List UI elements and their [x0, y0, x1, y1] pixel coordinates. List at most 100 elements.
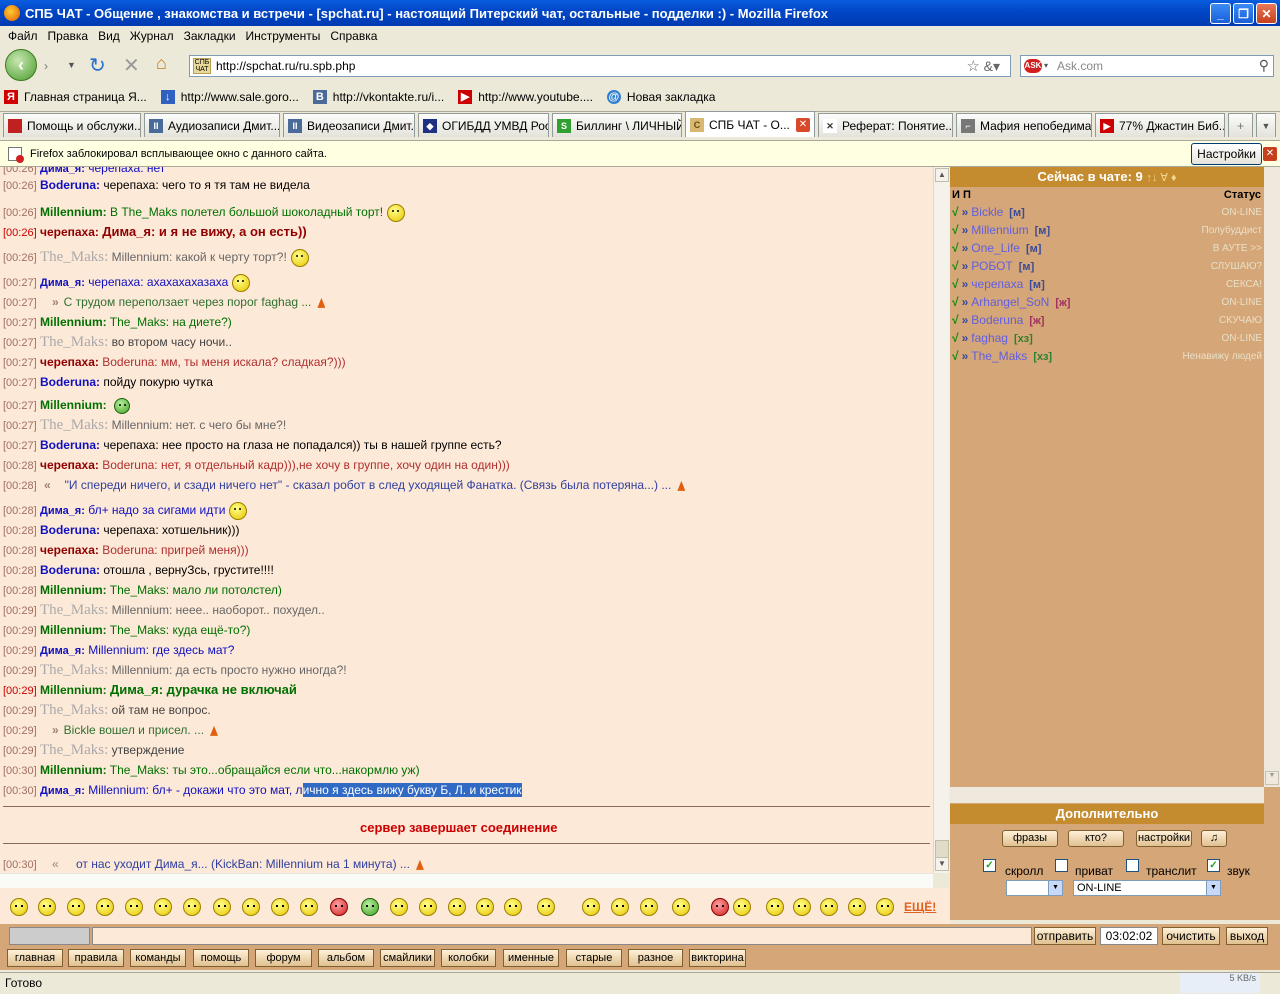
private-arrow-icon[interactable]: »	[962, 349, 969, 363]
message-nick[interactable]: The_Maks:	[40, 702, 108, 718]
private-arrow-icon[interactable]: »	[962, 223, 969, 237]
user-name[interactable]: faghag	[971, 331, 1008, 345]
message-input[interactable]	[92, 927, 1032, 945]
private-arrow-icon[interactable]: »	[962, 241, 969, 255]
tab[interactable]: ⌐ Мафия непобедима	[956, 113, 1092, 137]
scroll-checkbox[interactable]: ✓	[983, 859, 996, 872]
online-user[interactable]: √» Bickle [м] ON-LINE	[952, 204, 1264, 221]
smiley-icon[interactable]	[390, 898, 408, 916]
bookmark-item[interactable]: ▶ http://www.youtube....	[458, 90, 593, 104]
popup-settings-button[interactable]: Настройки	[1191, 143, 1262, 165]
smiley-icon[interactable]	[213, 898, 231, 916]
settings-button[interactable]: настройки	[1136, 830, 1192, 847]
smiley-icon[interactable]	[476, 898, 494, 916]
tab[interactable]: II Аудиозаписи Дмит...	[144, 113, 280, 137]
user-name[interactable]: One_Life	[971, 241, 1020, 255]
minimize-button[interactable]: _	[1210, 3, 1231, 24]
menu-help[interactable]: Справка	[328, 29, 385, 43]
nav-button-7[interactable]: колобки	[441, 949, 496, 967]
private-checkbox[interactable]	[1055, 859, 1068, 872]
message-nick[interactable]: Millennium:	[40, 398, 107, 412]
send-button[interactable]: отправить	[1034, 927, 1096, 945]
smiley-icon[interactable]	[537, 898, 555, 916]
menu-edit[interactable]: Правка	[46, 29, 97, 43]
message-nick[interactable]: Boderuna:	[40, 563, 100, 577]
menu-bookmarks[interactable]: Закладки	[182, 29, 244, 43]
online-user[interactable]: √» черепаха [м] СЕКСА!	[952, 276, 1264, 293]
user-name[interactable]: черепаха	[971, 277, 1023, 291]
smiley-icon[interactable]	[154, 898, 172, 916]
url-text[interactable]: http://spchat.ru/ru.spb.php	[216, 59, 355, 73]
smiley-icon[interactable]	[733, 898, 751, 916]
private-arrow-icon[interactable]: »	[962, 295, 969, 309]
smiley-icon[interactable]	[419, 898, 437, 916]
message-nick[interactable]: черепаха:	[40, 225, 99, 239]
tab-list-button[interactable]: ▼	[1256, 113, 1276, 137]
online-user[interactable]: √» faghag [хз] ON-LINE	[952, 330, 1264, 347]
message-nick[interactable]: Дима_я:	[40, 785, 85, 797]
message-nick[interactable]: The_Maks:	[40, 417, 108, 433]
engine-dropdown-icon[interactable]: ▾	[1044, 61, 1048, 70]
nick-box[interactable]	[9, 927, 90, 945]
message-nick[interactable]: черепаха:	[40, 458, 99, 472]
status-select[interactable]: ON-LINE ▼	[1073, 880, 1221, 896]
smiley-icon[interactable]	[38, 898, 56, 916]
bookmark-item[interactable]: Я Главная страница Я...	[4, 90, 147, 104]
smiley-icon[interactable]	[96, 898, 114, 916]
smiley-icon[interactable]	[10, 898, 28, 916]
message-nick[interactable]: Дима_я:	[40, 645, 85, 657]
message-nick[interactable]: The_Maks:	[40, 742, 108, 758]
tab[interactable]: ▶ 77% Джастин Биб...	[1095, 113, 1225, 137]
tab[interactable]: ✕ Реферат: Понятие...	[818, 113, 953, 137]
user-name[interactable]: РОБОТ	[971, 259, 1012, 273]
maximize-button[interactable]: ❐	[1233, 3, 1254, 24]
search-bar[interactable]: ASK ▾ Ask.com ⚲	[1020, 55, 1274, 77]
users-hscrollbar[interactable]	[950, 787, 1264, 803]
popup-close-icon[interactable]: ✕	[1263, 147, 1277, 161]
nav-button-9[interactable]: старые	[566, 949, 622, 967]
nav-button-11[interactable]: викторина	[689, 949, 746, 967]
nav-button-8[interactable]: именные	[503, 949, 559, 967]
smiley-icon[interactable]	[582, 898, 600, 916]
tab-active[interactable]: С СПБ ЧАТ - О... ✕	[685, 111, 815, 137]
message-nick[interactable]: Millennium:	[40, 623, 107, 637]
smiley-icon[interactable]	[300, 898, 318, 916]
more-smileys-link[interactable]: ЕЩЁ!	[904, 900, 936, 914]
scroll-up-icon[interactable]: ▲	[935, 168, 949, 182]
nav-button-0[interactable]: главная	[7, 949, 63, 967]
tab[interactable]: II Видеозаписи Дмит...	[283, 113, 415, 137]
close-window-button[interactable]: ✕	[1256, 3, 1277, 24]
history-dropdown-icon[interactable]: ▼	[67, 60, 76, 70]
smiley-icon[interactable]	[848, 898, 866, 916]
new-tab-button[interactable]: +	[1228, 113, 1253, 137]
message-nick[interactable]: The_Maks:	[40, 602, 108, 618]
user-name[interactable]: Bickle	[971, 205, 1003, 219]
who-button[interactable]: кто?	[1068, 830, 1124, 847]
message-nick[interactable]: Boderuna:	[40, 178, 100, 192]
phrases-button[interactable]: фразы	[1002, 830, 1058, 847]
chat-hscrollbar[interactable]	[0, 873, 933, 888]
forward-icon[interactable]: ›	[44, 59, 48, 73]
message-nick[interactable]: Millennium:	[40, 683, 107, 697]
menu-tools[interactable]: Инструменты	[244, 29, 329, 43]
search-icon[interactable]: ⚲	[1259, 57, 1269, 74]
message-nick[interactable]: Millennium:	[40, 583, 107, 597]
menu-file[interactable]: Файл	[6, 29, 46, 43]
tab[interactable]: Помощь и обслужи...	[3, 113, 141, 137]
nav-button-1[interactable]: правила	[68, 949, 124, 967]
sound-checkbox[interactable]: ✓	[1207, 859, 1220, 872]
back-button[interactable]: ‹	[5, 49, 37, 81]
private-arrow-icon[interactable]: »	[962, 313, 969, 327]
private-arrow-icon[interactable]: »	[962, 277, 969, 291]
color-select[interactable]: ▼	[1006, 880, 1063, 896]
message-nick[interactable]: The_Maks:	[40, 249, 108, 265]
tab[interactable]: ◆ОГИБДД УМВД Рос...	[418, 113, 549, 137]
bookmark-item[interactable]: ↓ http://www.sale.goro...	[160, 90, 299, 104]
user-name[interactable]: Boderuna	[971, 313, 1023, 327]
message-nick[interactable]: Boderuna:	[40, 523, 100, 537]
online-user[interactable]: √» Arhangel_SoN [ж] ON-LINE	[952, 294, 1264, 311]
exit-button[interactable]: выход	[1226, 927, 1268, 945]
smiley-icon[interactable]	[67, 898, 85, 916]
private-arrow-icon[interactable]: »	[962, 331, 969, 345]
smiley-icon[interactable]	[876, 898, 894, 916]
